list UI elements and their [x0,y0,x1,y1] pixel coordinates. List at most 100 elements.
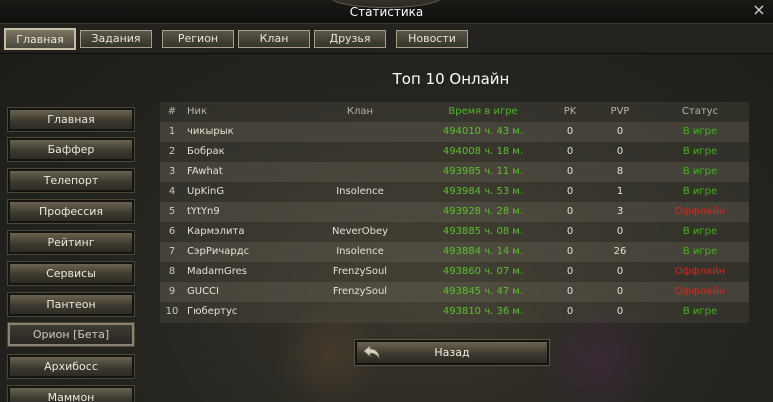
row-num: 9 [168,286,176,297]
row-status: В игре [682,246,718,257]
row-clan: NeverObey [331,226,389,237]
row-status: В игре [682,306,718,317]
row-num: 10 [165,306,179,317]
row-time: 493984 ч. 53 м. [442,186,524,197]
sidebar-item-mammon[interactable]: Маммон [7,385,135,402]
table-row: 4 UpKinG Insolence 493984 ч. 53 м. 0 1 В игре [160,182,749,202]
row-pvp: 0 [616,146,624,157]
table-row: 1 чикырык 494010 ч. 43 м. 0 0 В игре [160,122,749,142]
row-pvp: 0 [616,306,624,317]
back-button-label: Назад [434,346,470,359]
row-num: 2 [168,146,176,157]
row-pk: 0 [566,146,574,157]
row-status: В игре [682,226,718,237]
row-nick: FAwhat [187,166,223,177]
row-pk: 0 [566,306,574,317]
row-time: 494010 ч. 43 м. [442,126,524,137]
row-time: 493884 ч. 14 м. [442,246,524,257]
sidebar-item-archiboss[interactable]: Архибосс [7,354,135,379]
table-row: 9 GUCCI FrenzySoul 493845 ч. 47 м. 0 0 Оффлайн [160,282,749,302]
back-button[interactable]: Назад [354,339,550,366]
page-title: Топ 10 Онлайн [392,70,510,88]
table-row: 2 Бобрак 494008 ч. 18 м. 0 0 В игре [160,142,749,162]
close-icon[interactable]: × [751,2,767,18]
row-num: 4 [168,186,176,197]
tab-friends[interactable]: Друзья [314,30,386,48]
row-pk: 0 [566,186,574,197]
tab-bar: Главная Задания Регион Клан Друзья Новос… [0,24,773,54]
row-pvp: 0 [616,126,624,137]
row-status: В игре [682,166,718,177]
row-time: 493860 ч. 07 м. [442,266,524,277]
row-num: 3 [168,166,176,177]
sidebar-item-services[interactable]: Сервисы [7,261,135,286]
row-pvp: 26 [613,246,627,257]
row-num: 1 [168,126,176,137]
sidebar-item-main[interactable]: Главная [7,107,135,132]
table-row: 10 Гюбертус 493810 ч. 36 м. 0 0 В игре [160,302,749,322]
row-time: 493885 ч. 08 м. [442,226,524,237]
sidebar-item-teleport[interactable]: Телепорт [7,168,135,193]
row-clan: Insolence [336,186,384,197]
sidebar-item-rating[interactable]: Рейтинг [7,230,135,255]
row-status: Оффлайн [674,266,726,277]
row-pvp: 3 [616,206,624,217]
row-clan: FrenzySoul [332,286,388,297]
row-status: В игре [682,126,718,137]
col-time-header: Время в игре [448,106,518,117]
row-status: В игре [682,146,718,157]
row-clan: Insolence [336,246,384,257]
tab-main[interactable]: Главная [4,28,76,50]
tab-clan[interactable]: Клан [238,30,310,48]
row-pvp: 0 [616,226,624,237]
tab-news[interactable]: Новости [396,30,468,48]
row-num: 8 [168,266,176,277]
table-row: 3 FAwhat 493985 ч. 11 м. 0 8 В игре [160,162,749,182]
row-nick: чикырык [187,126,234,137]
row-nick: Гюбертус [187,306,238,317]
top-online-table: # Ник Клан Время в игре PK PVP Статус 1ч… [160,102,749,323]
table-row: 6 Кармэлита NeverObey 493885 ч. 08 м. 0 0 В иг… [160,222,749,242]
row-nick: tYtYn9 [187,206,220,217]
row-num: 5 [168,206,176,217]
col-num-header: # [167,106,177,117]
row-num: 7 [168,246,176,257]
col-clan-header: Клан [346,106,374,117]
row-num: 6 [168,226,176,237]
row-pk: 0 [566,126,574,137]
table-row: 5 tYtYn9 493928 ч. 28 м. 0 3 Оффлайн [160,202,749,222]
row-status: Оффлайн [674,286,726,297]
sidebar-item-pantheon[interactable]: Пантеон [7,292,135,317]
back-arrow-icon [363,345,380,359]
row-pvp: 0 [616,286,624,297]
title-bar: Статистика × [0,0,773,24]
row-status: Оффлайн [674,206,726,217]
row-nick: Бобрак [187,146,225,157]
sidebar-item-buffer[interactable]: Баффер [7,137,135,162]
table-row: 8 MadamGres FrenzySoul 493860 ч. 07 м. 0 0 Офф… [160,262,749,282]
row-pvp: 0 [616,266,624,277]
row-time: 494008 ч. 18 м. [442,146,524,157]
window-title: Статистика [349,5,424,19]
row-pk: 0 [566,226,574,237]
row-status: В игре [682,186,718,197]
sidebar-item-orion-beta[interactable]: Орион [Бета] [7,322,135,347]
row-pk: 0 [566,166,574,177]
col-pvp-header: PVP [610,106,630,117]
row-time: 493928 ч. 28 м. [442,206,524,217]
row-time: 493985 ч. 11 м. [442,166,524,177]
table-row: 7 СэрРичардс Insolence 493884 ч. 14 м. 0 26 В … [160,242,749,262]
col-status-header: Статус [681,106,719,117]
col-pk-header: PK [563,106,577,117]
row-pvp: 8 [616,166,624,177]
row-pk: 0 [566,246,574,257]
row-pvp: 1 [616,186,624,197]
row-pk: 0 [566,286,574,297]
table-header: # Ник Клан Время в игре PK PVP Статус [160,102,749,122]
row-clan: FrenzySoul [332,266,388,277]
row-time: 493810 ч. 36 м. [442,306,524,317]
row-pk: 0 [566,266,574,277]
tab-region[interactable]: Регион [162,30,234,48]
sidebar-item-profession[interactable]: Профессия [7,199,135,224]
tab-quests[interactable]: Задания [80,30,152,48]
